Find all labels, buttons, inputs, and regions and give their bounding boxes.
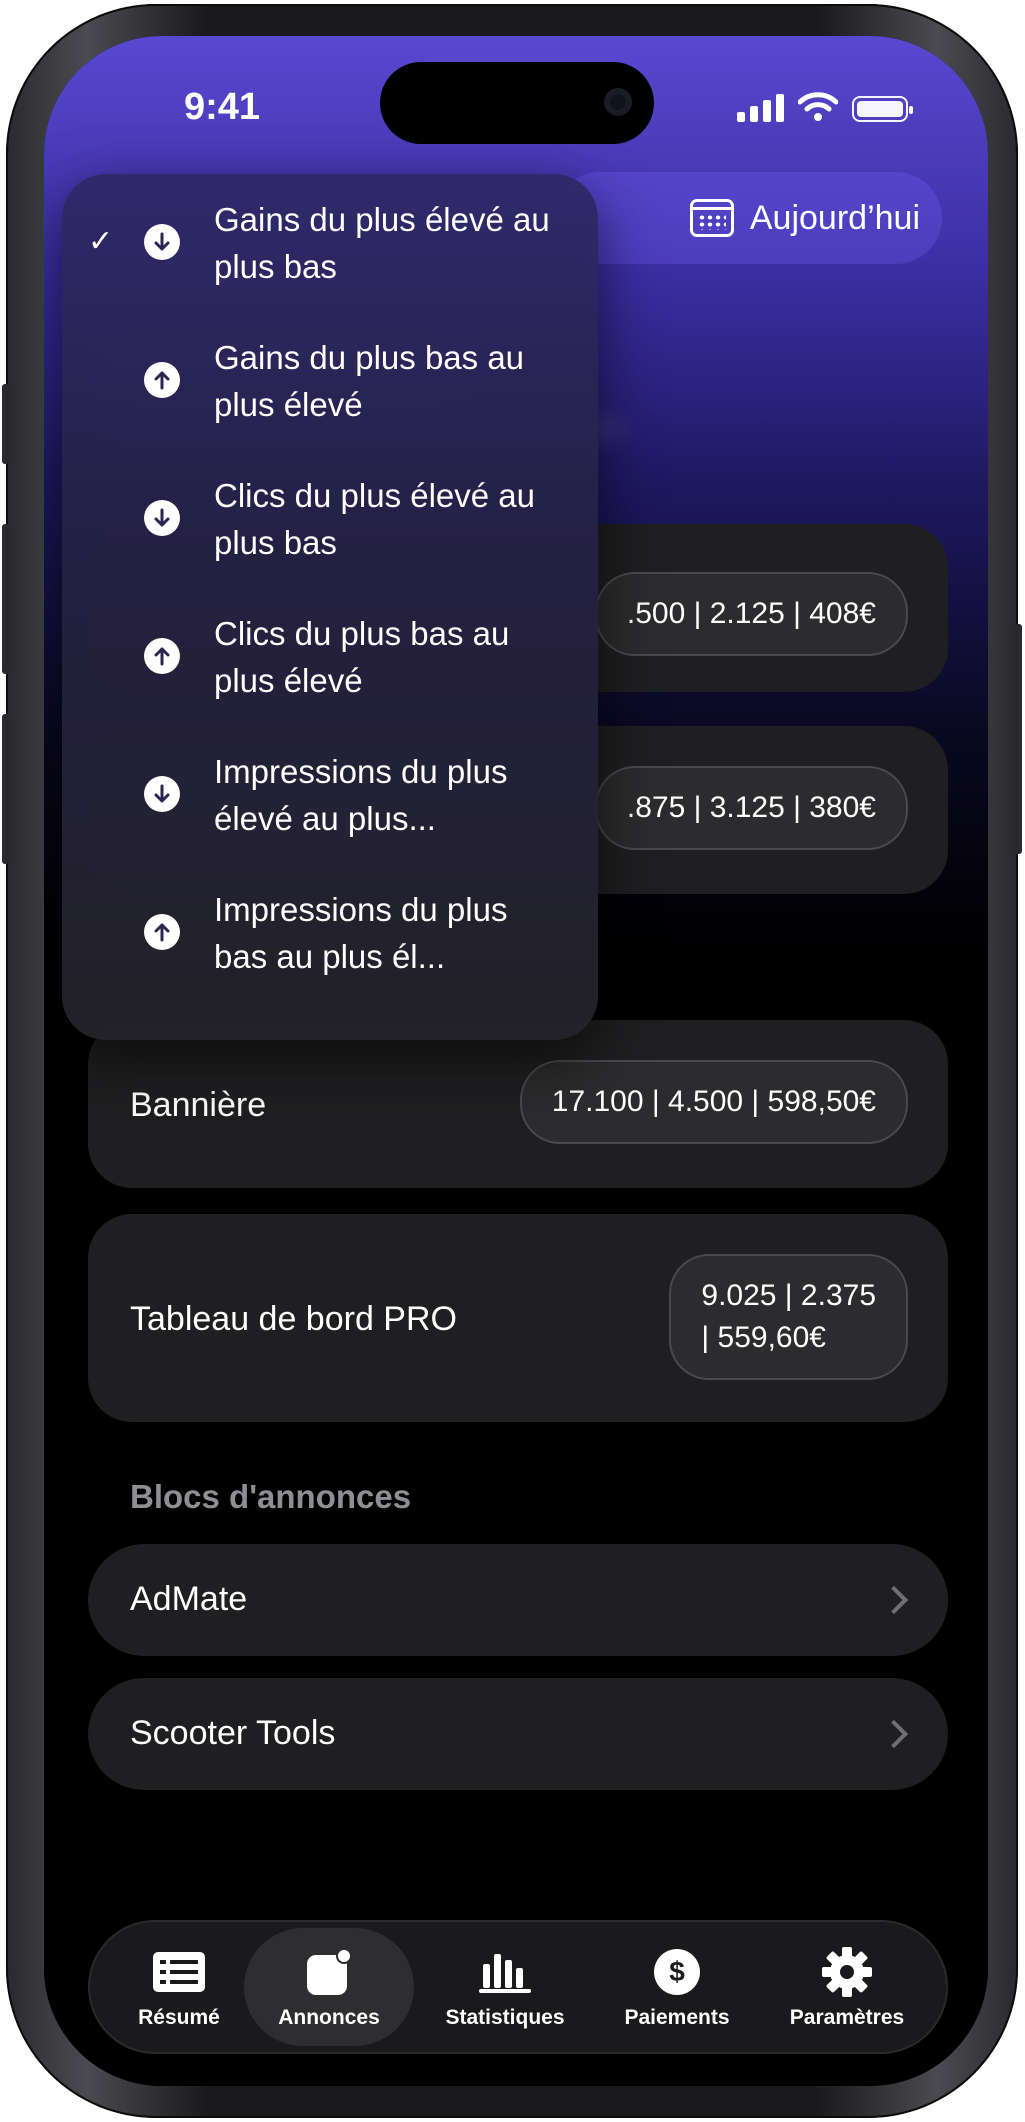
dynamic-island [380,62,654,144]
tab-parametres[interactable]: Paramètres [762,1922,932,2052]
tab-annonces[interactable]: Annonces [244,1928,414,2046]
date-filter-label: Aujourd’hui [749,198,920,237]
ad-type-card-dashboard-pro[interactable]: Tableau de bord PRO 9.025 | 2.375 | 559,… [88,1214,948,1422]
tab-label: Paramètres [789,2006,905,2029]
action-button [2,384,10,464]
tab-label: Annonces [278,2006,380,2029]
arrow-up-circle-icon [144,362,180,398]
tab-label: Statistiques [445,2006,565,2029]
sort-option-label: Clics du plus bas au plus élevé [214,615,510,699]
sort-option-label: Impressions du plus élevé au plus... [214,753,508,837]
chevron-right-icon [879,1585,909,1615]
sort-option-label: Clics du plus élevé au plus bas [214,477,536,561]
tab-label: Paiements [624,2006,730,2029]
tab-paiements[interactable]: $ Paiements [592,1922,762,2052]
ad-block-label: AdMate [130,1580,248,1618]
ad-type-stats: .500 | 2.125 | 408€ [594,572,908,656]
status-time: 9:41 [184,86,261,128]
ad-block-row[interactable]: AdMate [88,1544,948,1656]
bar-chart-icon [477,1948,533,1996]
sort-option-impressions-asc[interactable]: Impressions du plus bas au plus él... [62,864,598,1002]
ad-type-stats: .875 | 3.125 | 380€ [594,766,908,850]
tab-label: Résumé [138,2006,220,2029]
sort-option-label: Gains du plus bas au plus élevé [214,339,525,423]
status-icons [737,92,913,122]
sort-option-earnings-asc[interactable]: Gains du plus bas au plus élevé [62,312,598,450]
sort-option-label: Impressions du plus bas au plus él... [214,891,508,975]
volume-up-button [2,524,10,674]
chevron-right-icon [879,1719,909,1749]
sort-option-impressions-desc[interactable]: Impressions du plus élevé au plus... [62,726,598,864]
sort-menu: ✓ Gains du plus élevé au plus bas Gains … [62,174,598,1040]
wifi-icon [798,92,838,121]
sort-option-label: Gains du plus élevé au plus bas [214,201,550,285]
camera-icon [604,88,632,116]
sort-option-clicks-desc[interactable]: Clics du plus élevé au plus bas [62,450,598,588]
ad-type-stats: 17.100 | 4.500 | 598,50€ [519,1060,908,1144]
svg-text:$: $ [669,1956,685,1987]
gear-icon [821,1947,873,1997]
phone-frame: 9:41 Aujourd’hui .500 | 2.125 | 408€ .87… [2,4,1022,2118]
arrow-up-circle-icon [144,638,180,674]
ad-type-label: Tableau de bord PRO [130,1300,457,1338]
list-icon [151,1948,207,1996]
sort-option-earnings-desc[interactable]: ✓ Gains du plus élevé au plus bas [62,174,598,312]
ad-type-stats: 9.025 | 2.375 | 559,60€ [669,1254,908,1380]
section-title-ad-blocks: Blocs d'annonces [130,1478,412,1515]
ad-type-card-banner[interactable]: Bannière 17.100 | 4.500 | 598,50€ [88,1020,948,1188]
sort-option-clicks-asc[interactable]: Clics du plus bas au plus élevé [62,588,598,726]
arrow-down-circle-icon [144,224,180,260]
volume-down-button [2,714,10,864]
battery-icon [852,96,913,122]
power-button [1014,624,1022,854]
ad-icon [304,1948,354,1996]
cellular-signal-icon [737,92,784,122]
ad-type-label: Bannière [130,1086,267,1124]
date-filter-button[interactable]: Aujourd’hui [554,172,942,264]
screen: 9:41 Aujourd’hui .500 | 2.125 | 408€ .87… [44,36,988,2086]
arrow-down-circle-icon [144,500,180,536]
arrow-down-circle-icon [144,776,180,812]
calendar-icon [689,199,734,237]
tab-bar: Résumé Annonces Statistiques $ Paiements… [88,1920,948,2054]
tab-resume[interactable]: Résumé [94,1922,264,2052]
ad-block-row[interactable]: Scooter Tools [88,1678,948,1790]
ad-block-label: Scooter Tools [130,1714,336,1752]
arrow-up-circle-icon [144,914,180,950]
dollar-icon: $ [652,1948,702,1996]
checkmark-icon: ✓ [88,225,114,258]
tab-statistiques[interactable]: Statistiques [420,1922,590,2052]
